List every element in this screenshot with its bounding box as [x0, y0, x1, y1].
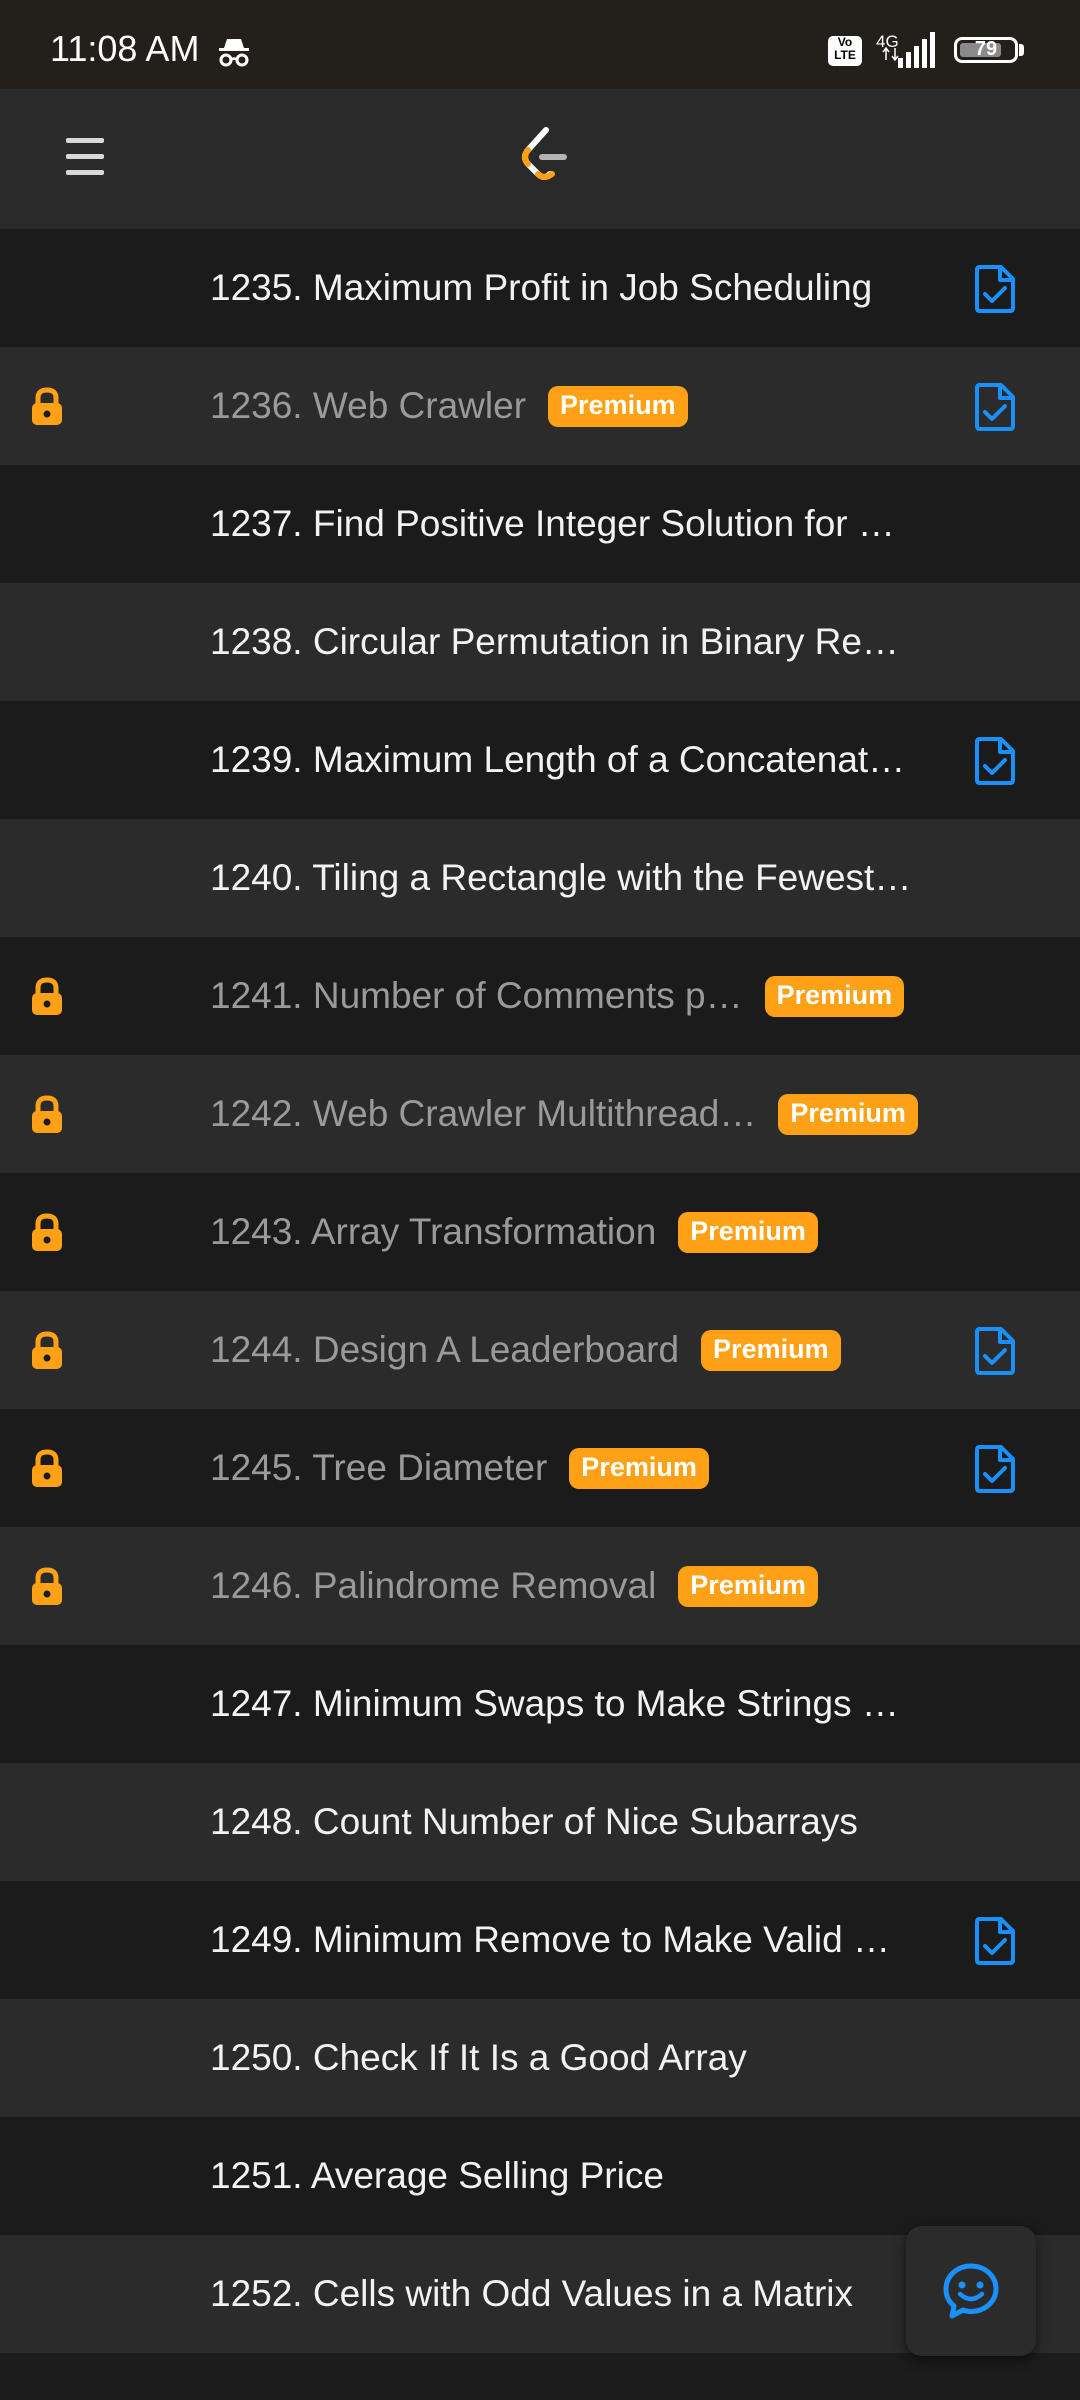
problem-row[interactable]: 1247. Minimum Swaps to Make Strings …	[0, 1645, 1080, 1763]
problem-row[interactable]: 1246. Palindrome Removal Premium	[0, 1527, 1080, 1645]
premium-badge: Premium	[548, 385, 688, 427]
problem-row[interactable]: 1243. Array Transformation Premium	[0, 1173, 1080, 1291]
problem-title[interactable]: 1250. Check If It Is a Good Array	[210, 2037, 747, 2079]
problem-row[interactable]: 1238. Circular Permutation in Binary Re…	[0, 583, 1080, 701]
problem-title[interactable]: 1249. Minimum Remove to Make Valid …	[210, 1919, 890, 1961]
problem-title[interactable]: 1242. Web Crawler Multithread…	[210, 1093, 756, 1135]
problem-title[interactable]: 1241. Number of Comments p…	[210, 975, 743, 1017]
problem-title-wrap: 1248. Count Number of Nice Subarrays	[210, 1763, 858, 1881]
battery-level-text: 79	[974, 38, 998, 60]
battery-icon: 79	[954, 37, 1018, 63]
problem-title-wrap: 1247. Minimum Swaps to Make Strings …	[210, 1645, 899, 1763]
app-header	[0, 89, 1080, 229]
status-time: 11:08 AM	[50, 28, 200, 69]
battery-nub	[1019, 44, 1024, 56]
solved-document-icon[interactable]	[973, 736, 1017, 786]
problem-row[interactable]: 1250. Check If It Is a Good Array	[0, 1999, 1080, 2117]
leetcode-logo[interactable]	[516, 126, 572, 188]
problem-row[interactable]: 1236. Web Crawler Premium	[0, 347, 1080, 465]
problem-row[interactable]: 1240. Tiling a Rectangle with the Fewest…	[0, 819, 1080, 937]
lock-icon	[32, 387, 62, 425]
problem-title-wrap: 1245. Tree Diameter Premium	[210, 1409, 709, 1527]
solved-document-icon[interactable]	[973, 264, 1017, 314]
incognito-icon	[219, 39, 249, 67]
problem-title[interactable]: 1238. Circular Permutation in Binary Re…	[210, 621, 899, 663]
problem-title-wrap: 1244. Design A Leaderboard Premium	[210, 1291, 841, 1409]
problem-title[interactable]: 1246. Palindrome Removal	[210, 1565, 656, 1607]
chat-fab-button[interactable]	[906, 2226, 1036, 2356]
status-bar: 11:08 AM Vo LTE 4G 79	[0, 0, 1080, 89]
lock-icon	[32, 1567, 62, 1605]
problem-row[interactable]: 1248. Count Number of Nice Subarrays	[0, 1763, 1080, 1881]
problem-title[interactable]: 1235. Maximum Profit in Job Scheduling	[210, 267, 872, 309]
premium-badge: Premium	[701, 1329, 841, 1371]
problem-title-wrap: 1243. Array Transformation Premium	[210, 1173, 818, 1291]
problem-row[interactable]: 1245. Tree Diameter Premium	[0, 1409, 1080, 1527]
lock-icon	[32, 1095, 62, 1133]
premium-badge: Premium	[678, 1565, 818, 1607]
solved-document-icon[interactable]	[973, 1916, 1017, 1966]
lock-icon	[32, 1213, 62, 1251]
problem-title-wrap: 1239. Maximum Length of a Concatenat…	[210, 701, 905, 819]
problem-row[interactable]: 1242. Web Crawler Multithread… Premium	[0, 1055, 1080, 1173]
problem-row[interactable]: 1235. Maximum Profit in Job Scheduling	[0, 229, 1080, 347]
problem-title-wrap: 1241. Number of Comments p… Premium	[210, 937, 905, 1055]
problem-title[interactable]: 1239. Maximum Length of a Concatenat…	[210, 739, 905, 781]
problem-title[interactable]: 1236. Web Crawler	[210, 385, 526, 427]
problem-row[interactable]: 1239. Maximum Length of a Concatenat…	[0, 701, 1080, 819]
lock-icon	[32, 1449, 62, 1487]
premium-badge: Premium	[764, 975, 905, 1017]
problem-title[interactable]: 1252. Cells with Odd Values in a Matrix	[210, 2273, 853, 2315]
chat-smile-icon	[943, 2263, 999, 2319]
problem-title-wrap: 1240. Tiling a Rectangle with the Fewest…	[210, 819, 911, 937]
solved-document-icon[interactable]	[973, 1326, 1017, 1376]
solved-document-icon[interactable]	[973, 1444, 1017, 1494]
problem-title[interactable]: 1243. Array Transformation	[210, 1211, 656, 1253]
problem-title[interactable]: 1247. Minimum Swaps to Make Strings …	[210, 1683, 899, 1725]
problem-title-wrap: 1246. Palindrome Removal Premium	[210, 1527, 818, 1645]
lock-icon	[32, 1331, 62, 1369]
problem-title-wrap: 1242. Web Crawler Multithread… Premium	[210, 1055, 918, 1173]
premium-badge: Premium	[778, 1093, 918, 1135]
problem-title-wrap: 1235. Maximum Profit in Job Scheduling	[210, 229, 872, 347]
solved-document-icon[interactable]	[973, 382, 1017, 432]
problem-row[interactable]: 1241. Number of Comments p… Premium	[0, 937, 1080, 1055]
problem-list: 1235. Maximum Profit in Job Scheduling 12…	[0, 229, 1080, 2353]
problem-row[interactable]: 1237. Find Positive Integer Solution for…	[0, 465, 1080, 583]
problem-title[interactable]: 1237. Find Positive Integer Solution for…	[210, 503, 895, 545]
problem-title[interactable]: 1244. Design A Leaderboard	[210, 1329, 679, 1371]
problem-title[interactable]: 1248. Count Number of Nice Subarrays	[210, 1801, 858, 1843]
problem-title[interactable]: 1251. Average Selling Price	[210, 2155, 664, 2197]
problem-title-wrap: 1250. Check If It Is a Good Array	[210, 1999, 747, 2117]
problem-title[interactable]: 1240. Tiling a Rectangle with the Fewest…	[210, 857, 911, 899]
lock-icon	[32, 977, 62, 1015]
problem-title[interactable]: 1245. Tree Diameter	[210, 1447, 547, 1489]
problem-row[interactable]: 1244. Design A Leaderboard Premium	[0, 1291, 1080, 1409]
problem-row[interactable]: 1251. Average Selling Price	[0, 2117, 1080, 2235]
signal-icon	[882, 32, 935, 68]
hamburger-menu-icon[interactable]	[66, 138, 104, 176]
volte-icon: Vo LTE	[828, 36, 862, 66]
problem-title-wrap: 1237. Find Positive Integer Solution for…	[210, 465, 895, 583]
problem-row[interactable]: 1249. Minimum Remove to Make Valid …	[0, 1881, 1080, 1999]
premium-badge: Premium	[569, 1447, 709, 1489]
problem-title-wrap: 1252. Cells with Odd Values in a Matrix	[210, 2235, 853, 2353]
problem-title-wrap: 1236. Web Crawler Premium	[210, 347, 688, 465]
problem-title-wrap: 1249. Minimum Remove to Make Valid …	[210, 1881, 890, 1999]
premium-badge: Premium	[678, 1211, 818, 1253]
problem-title-wrap: 1238. Circular Permutation in Binary Re…	[210, 583, 899, 701]
problem-title-wrap: 1251. Average Selling Price	[210, 2117, 664, 2235]
